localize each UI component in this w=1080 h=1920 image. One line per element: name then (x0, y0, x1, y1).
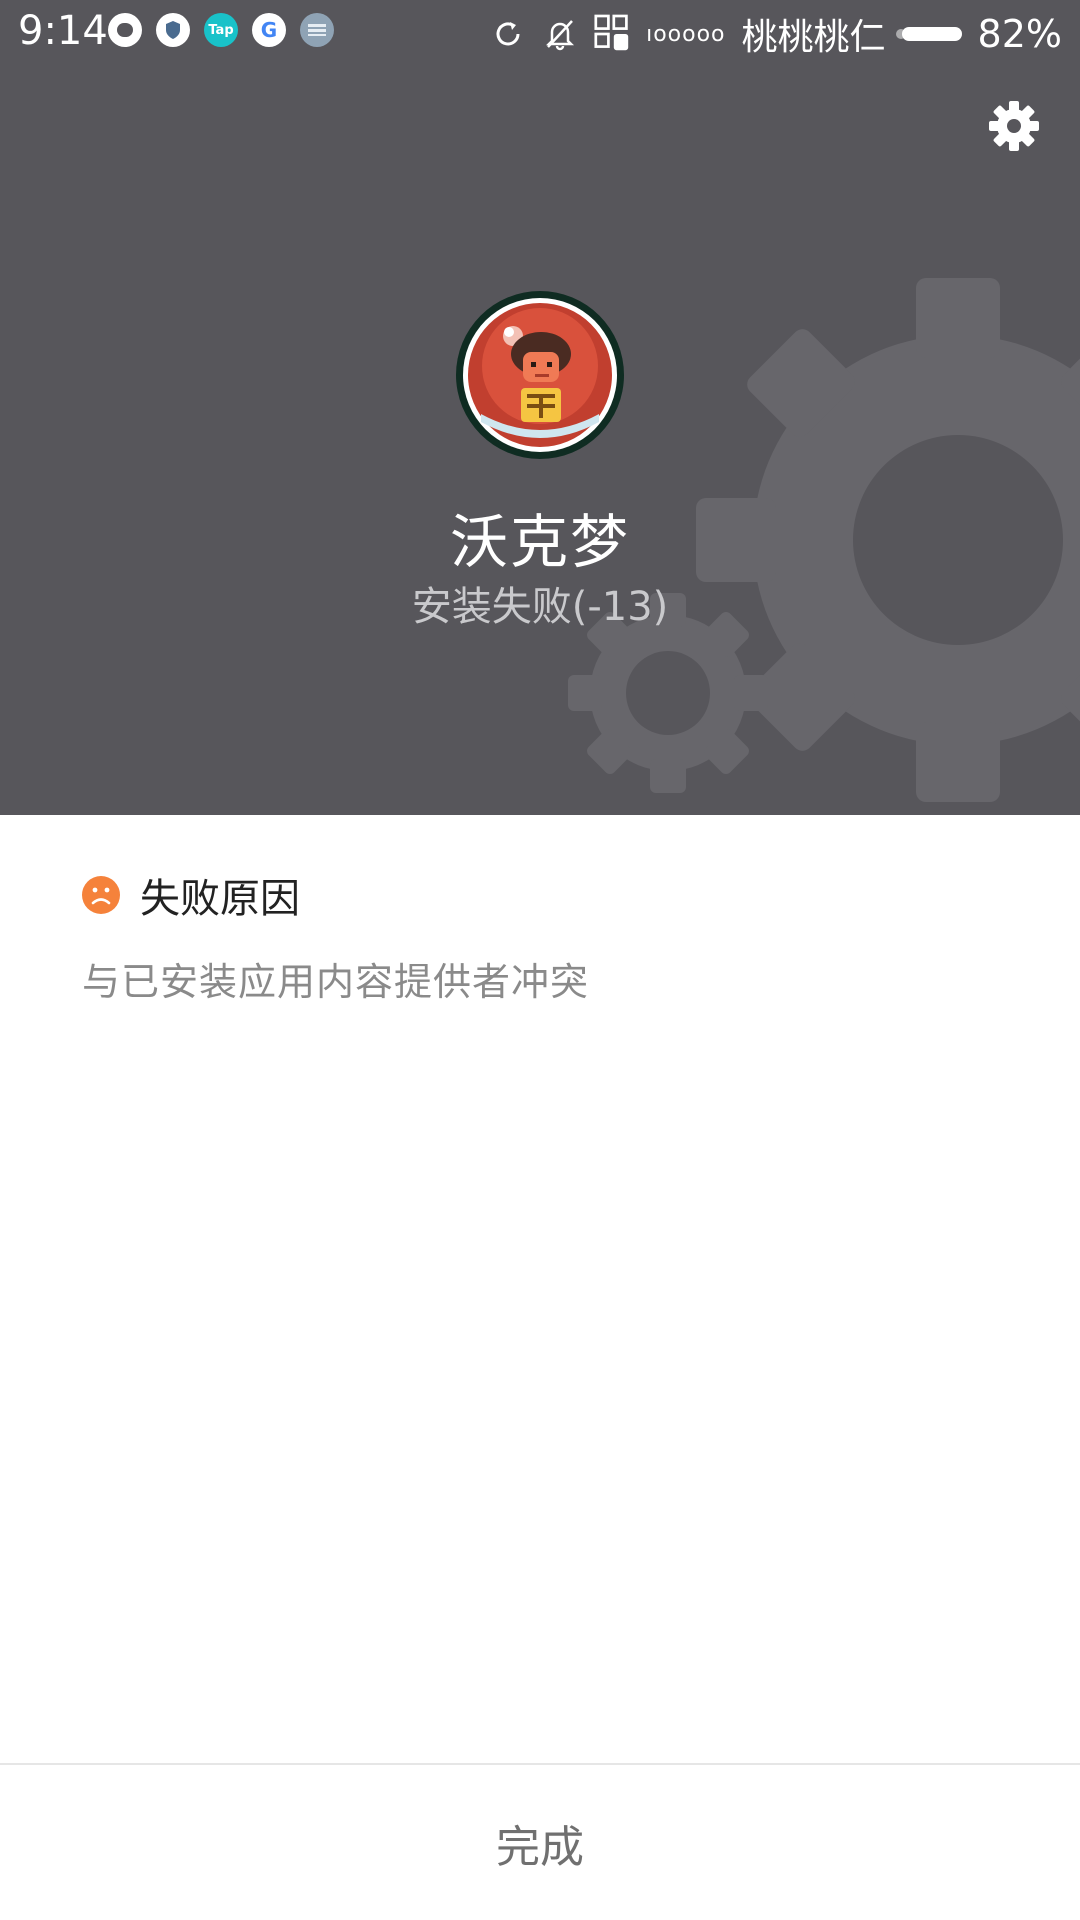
bell-off-icon (542, 16, 578, 52)
done-button[interactable]: 完成 (0, 1765, 1080, 1920)
app-logo-image (463, 298, 617, 452)
reason-title: 失败原因 (140, 876, 300, 922)
battery-percent: 82% (977, 12, 1062, 56)
qr-icon (594, 14, 630, 52)
signal-indicator: ıooooo (646, 21, 726, 47)
google-icon-label: G (260, 18, 278, 42)
shield-icon (156, 13, 190, 47)
sync-icon (490, 16, 526, 52)
gear-icon (989, 101, 1039, 151)
google-icon: G (252, 13, 286, 47)
list-icon (300, 13, 334, 47)
tap-icon-label: Tap (208, 22, 234, 38)
status-time: 9:14 (18, 8, 108, 54)
reason-text: 与已安装应用内容提供者冲突 (82, 960, 590, 1004)
sad-face-icon (82, 876, 120, 914)
settings-button[interactable] (986, 98, 1042, 154)
install-status: 安装失败(-13) (411, 584, 669, 630)
app-icon (456, 291, 624, 459)
message-icon (108, 13, 142, 47)
reason-header: 失败原因 (82, 866, 300, 924)
status-bar: 9:14 Tap G ıooooo 桃桃桃仁 82% (0, 0, 1080, 60)
carrier-name: 桃桃桃仁 (741, 17, 886, 58)
tap-icon: Tap (204, 13, 238, 47)
status-right: ıooooo 桃桃桃仁 82% (490, 8, 1062, 60)
battery-icon (895, 27, 962, 41)
notification-icons: Tap G (108, 10, 334, 50)
app-header: 9:14 Tap G ıooooo 桃桃桃仁 82% 沃克梦 安装失败(-13) (0, 0, 1080, 815)
app-name: 沃克梦 (449, 508, 630, 576)
